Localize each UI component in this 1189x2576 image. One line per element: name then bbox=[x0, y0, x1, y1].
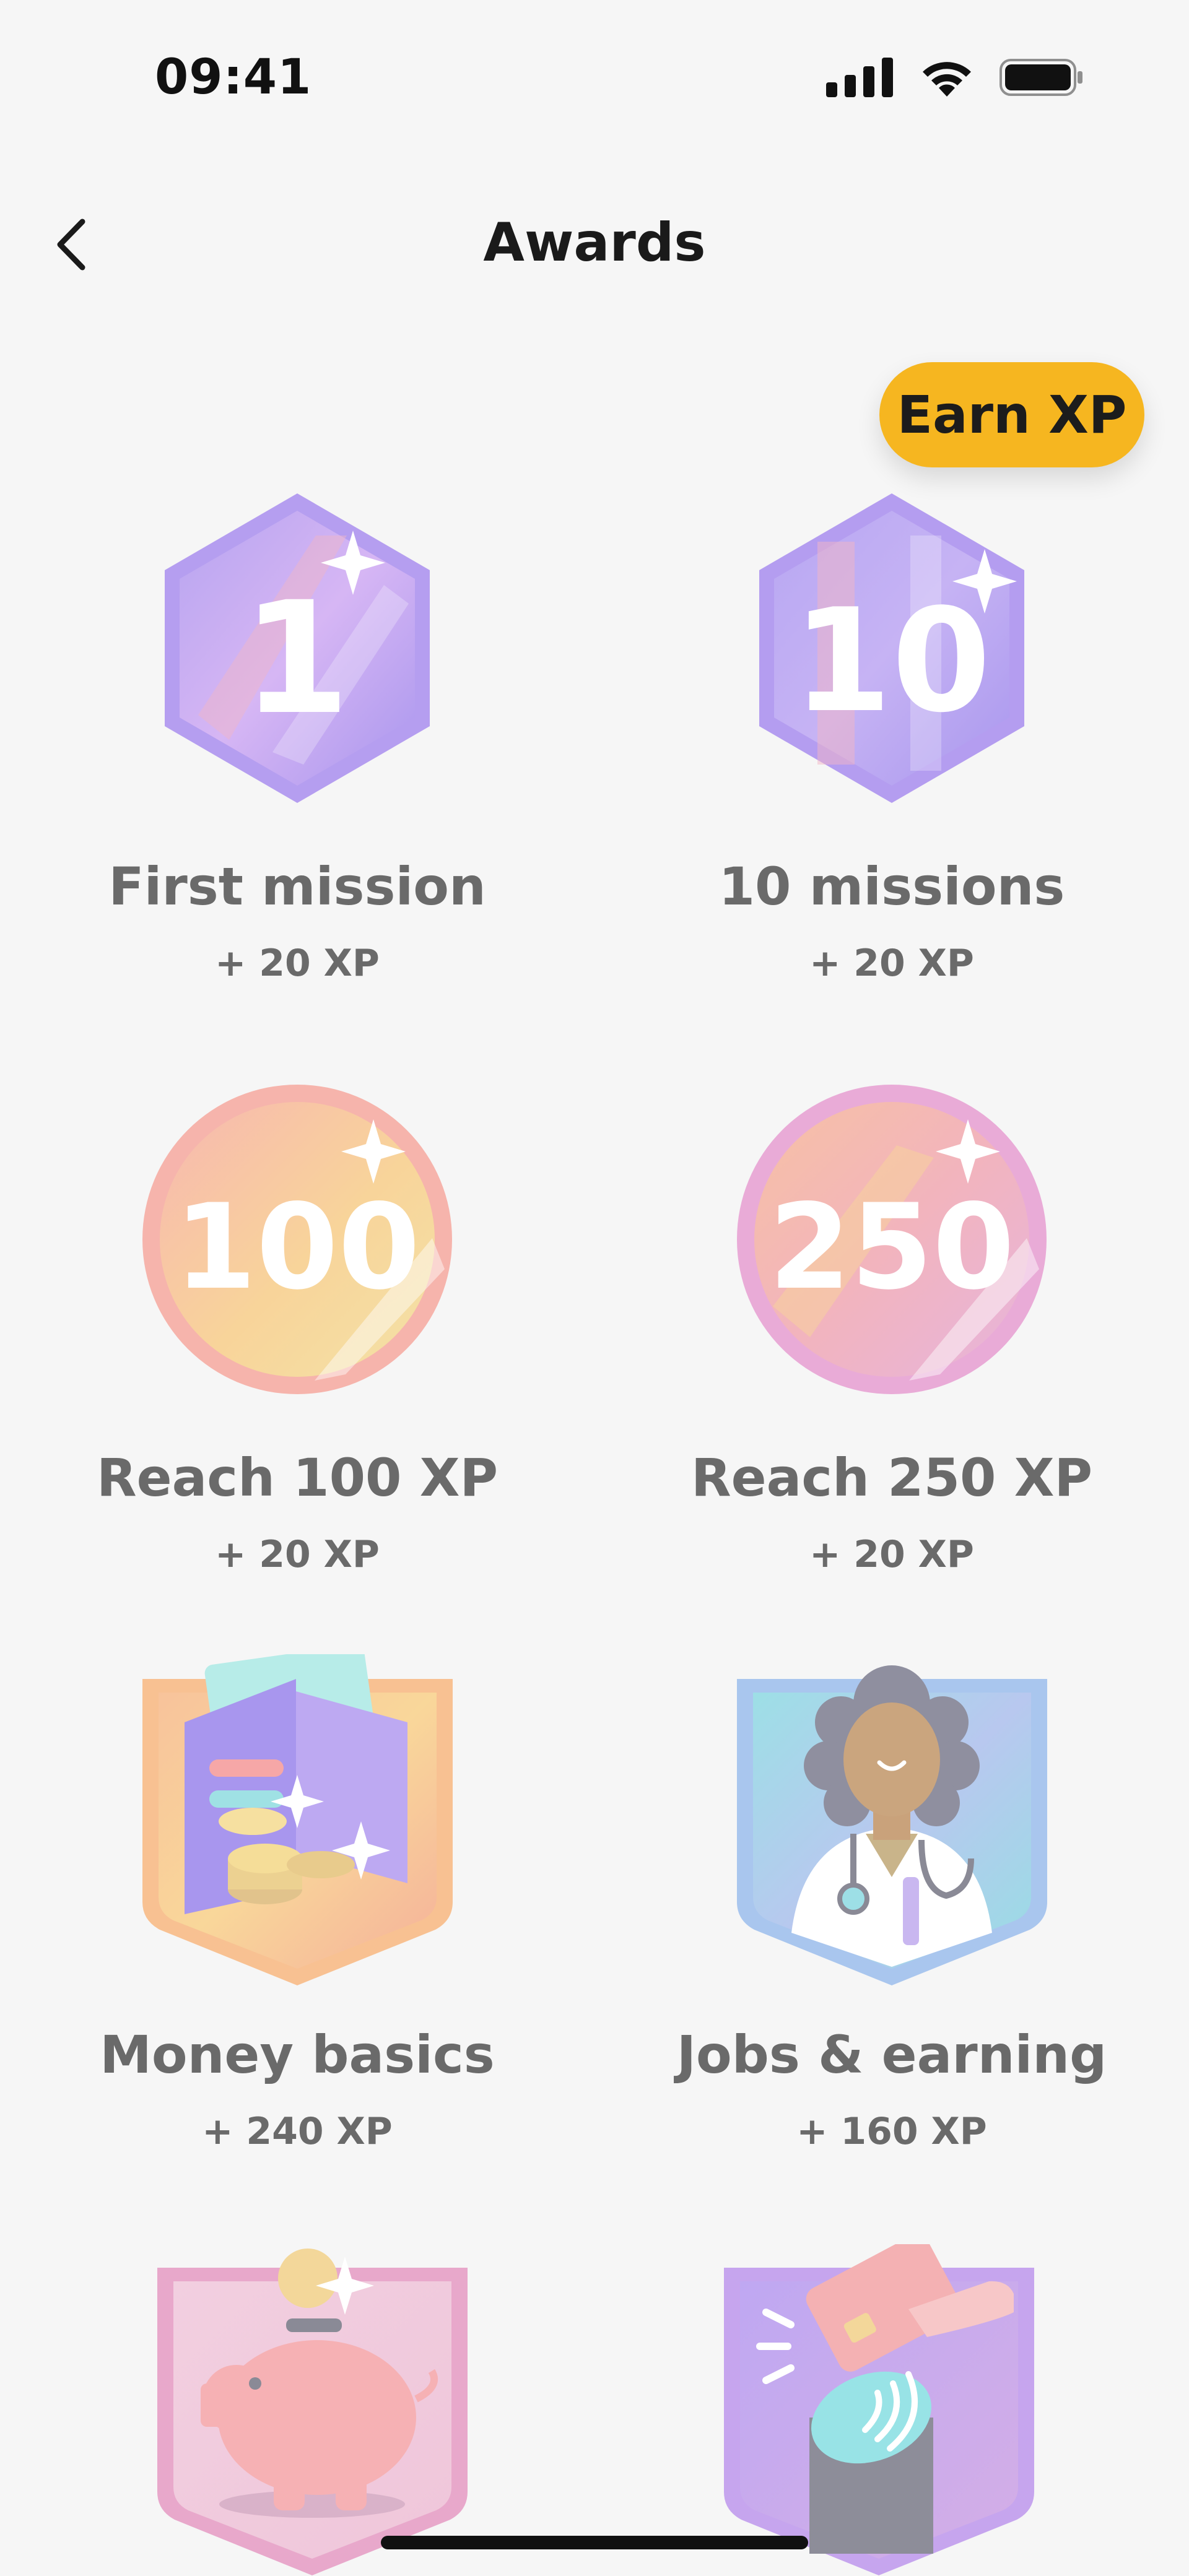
award-xp: + 20 XP bbox=[215, 942, 380, 985]
badge-number: 100 bbox=[174, 1179, 420, 1316]
award-jobs-earning[interactable]: Jobs & earning + 160 XP bbox=[594, 1654, 1189, 2150]
wifi-icon bbox=[923, 62, 971, 97]
hexagon-badge-icon: 10 bbox=[759, 493, 1024, 803]
home-indicator bbox=[381, 2536, 808, 2549]
award-name: First mission bbox=[108, 856, 486, 917]
card-payment-badge-icon[interactable] bbox=[723, 2244, 1035, 2576]
award-xp: + 240 XP bbox=[202, 2110, 393, 2153]
award-xp: + 160 XP bbox=[796, 2110, 987, 2153]
award-first-mission[interactable]: 1 First mission + 20 XP bbox=[0, 492, 594, 982]
award-reach-100-xp[interactable]: 100 Reach 100 XP + 20 XP bbox=[0, 1083, 594, 1573]
page-title: Awards bbox=[483, 212, 706, 274]
piggy-bank-badge-icon[interactable] bbox=[156, 2244, 469, 2576]
wallet-coins-badge-icon bbox=[142, 1654, 453, 1985]
badge-number: 10 bbox=[793, 579, 991, 744]
award-name: Reach 250 XP bbox=[690, 1447, 1093, 1508]
circle-badge-icon: 100 bbox=[142, 1085, 452, 1394]
doctor-badge-icon bbox=[736, 1665, 1047, 1985]
badge-number: 1 bbox=[242, 568, 350, 748]
award-name: 10 missions bbox=[718, 856, 1065, 917]
earn-xp-button[interactable]: Earn XP bbox=[879, 362, 1144, 467]
nav-bar: Awards bbox=[0, 186, 1189, 297]
award-xp: + 20 XP bbox=[809, 942, 974, 985]
hexagon-badge-icon: 1 bbox=[165, 493, 430, 803]
award-xp: + 20 XP bbox=[215, 1533, 380, 1576]
status-icons bbox=[826, 57, 1084, 98]
award-name: Jobs & earning bbox=[676, 2024, 1107, 2085]
battery-icon bbox=[1000, 59, 1082, 96]
status-bar: 09:41 bbox=[0, 0, 1189, 142]
award-reach-250-xp[interactable]: 250 Reach 250 XP + 20 XP bbox=[594, 1083, 1189, 1573]
circle-badge-icon: 250 bbox=[736, 1085, 1047, 1394]
award-10-missions[interactable]: 10 10 missions + 20 XP bbox=[594, 492, 1189, 982]
cellular-signal-icon bbox=[826, 58, 893, 97]
award-name: Reach 100 XP bbox=[96, 1447, 499, 1508]
award-xp: + 20 XP bbox=[809, 1533, 974, 1576]
status-time: 09:41 bbox=[155, 50, 312, 105]
badge-number: 250 bbox=[769, 1179, 1014, 1316]
award-money-basics[interactable]: Money basics + 240 XP bbox=[0, 1654, 594, 2150]
award-name: Money basics bbox=[100, 2024, 495, 2085]
